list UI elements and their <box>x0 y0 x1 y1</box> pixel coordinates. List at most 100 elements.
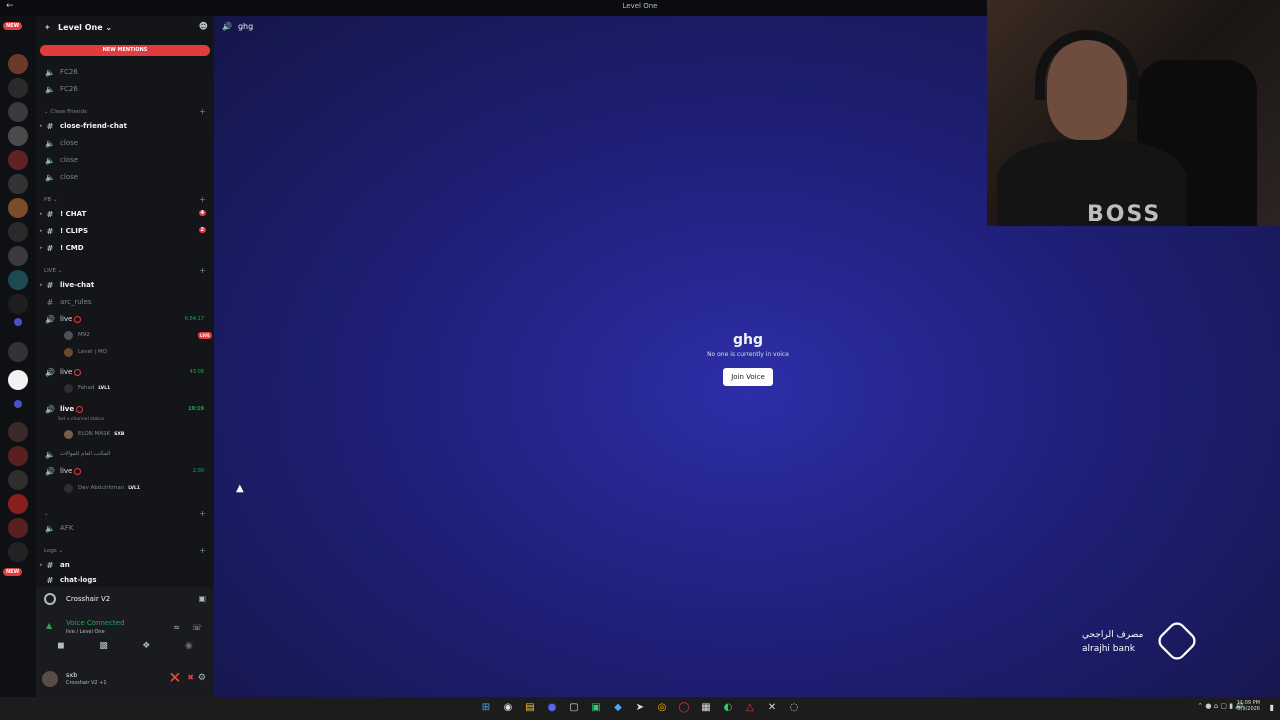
category-unnamed[interactable]: ⌄ + <box>44 509 210 518</box>
server-icon[interactable] <box>8 78 28 98</box>
voice-channel-afk[interactable]: 🔈 AFK <box>44 521 210 535</box>
server-icon[interactable] <box>8 342 28 362</box>
voice-channel-path[interactable]: live / Level One <box>66 629 105 635</box>
app-icon[interactable]: △ <box>743 701 757 715</box>
voice-user[interactable]: Dev Abdulrhman LVL1 <box>64 481 140 495</box>
server-icon[interactable] <box>8 198 28 218</box>
channel-label: المكتب العام للموالات <box>60 451 111 457</box>
server-icon[interactable] <box>8 246 28 266</box>
channel-status[interactable]: Set a channel status <box>58 412 104 426</box>
category-pb[interactable]: PB ⌄ + <box>44 195 210 204</box>
server-icon[interactable] <box>8 446 28 466</box>
opera-icon[interactable]: ◯ <box>677 701 691 715</box>
server-icon[interactable] <box>8 470 28 490</box>
category-logs[interactable]: Logs ⌄ + <box>44 546 210 555</box>
server-icon[interactable] <box>8 494 28 514</box>
voice-channel-fc26[interactable]: 🔈 FC26 <box>44 82 210 96</box>
activity-row[interactable]: Crosshair V2 ▣ <box>40 589 210 609</box>
screen-share-icon[interactable]: ▣ <box>198 594 206 603</box>
server-icon[interactable] <box>8 270 28 290</box>
invite-people-icon[interactable]: ☻ <box>199 22 208 32</box>
voice-user[interactable]: Level | MQ <box>64 345 107 359</box>
app-icon[interactable]: ✕ <box>765 701 779 715</box>
voice-channel-close[interactable]: 🔈 close <box>44 170 210 184</box>
category-label: Logs <box>44 548 57 554</box>
plus-icon[interactable]: + <box>199 195 206 204</box>
camera-off-icon[interactable]: ◼ <box>57 641 64 655</box>
notification-icon[interactable]: ▮ <box>1270 703 1274 712</box>
new-mentions-bar[interactable]: NEW MENTIONS <box>40 45 210 56</box>
hashtag-icon: # <box>46 280 54 290</box>
server-icon[interactable] <box>8 150 28 170</box>
voice-channel-close[interactable]: 🔈 close <box>44 153 210 167</box>
server-icon[interactable] <box>8 126 28 146</box>
voice-status[interactable]: Voice Connected <box>66 619 125 627</box>
crosshair-icon[interactable]: ◌ <box>787 701 801 715</box>
app-icon[interactable]: ▦ <box>699 701 713 715</box>
channel-label: AFK <box>60 524 74 532</box>
guild-header[interactable]: ✦ Level One ⌄ ☻ <box>36 16 214 40</box>
share-screen-icon[interactable]: ▩ <box>99 641 108 655</box>
text-channel-cmd[interactable]: ▸ # ! CMD <box>40 241 210 255</box>
text-channel-chat-logs[interactable]: ▸#chat-logs <box>44 575 210 585</box>
app-icon[interactable]: ▣ <box>589 701 603 715</box>
new-badge: NEW <box>3 22 23 30</box>
text-channel-clips[interactable]: ▸ # ! CLIPS 2 <box>40 224 210 238</box>
noise-suppression-icon[interactable]: ≈ <box>173 623 180 632</box>
server-icon[interactable] <box>8 518 28 538</box>
server-icon[interactable] <box>8 174 28 194</box>
server-list: NEW NEW <box>0 16 36 697</box>
category-close-friends[interactable]: ⌄ Close Friends + <box>44 107 210 116</box>
voice-user[interactable]: Fahad LVL1 <box>64 381 110 395</box>
voice-channel-fc26[interactable]: 🔈 FC26 <box>44 65 210 79</box>
server-icon[interactable] <box>8 542 28 562</box>
voice-channel-office[interactable]: 🔈 المكتب العام للموالات <box>44 447 210 461</box>
voice-channel-live[interactable]: 🔊 live 6:54:17 <box>44 312 210 326</box>
text-channel-an[interactable]: ▸ # an <box>40 558 210 572</box>
file-explorer-icon[interactable]: ▤ <box>523 701 537 715</box>
text-channel-close-friend-chat[interactable]: ▸ # close-friend-chat <box>40 119 210 133</box>
app-icon[interactable]: ◆ <box>611 701 625 715</box>
gear-icon[interactable]: ⚙ <box>198 673 206 683</box>
server-icon[interactable] <box>8 102 28 122</box>
text-channel-live-chat[interactable]: ▸ # live-chat <box>40 278 210 292</box>
windows-start-icon[interactable]: ⊞ <box>479 701 493 715</box>
text-channel-chat[interactable]: ▸ # ! CHAT 4 <box>40 207 210 221</box>
plus-icon[interactable]: + <box>199 546 206 555</box>
plus-icon[interactable]: + <box>199 107 206 116</box>
disconnect-icon[interactable]: ☏ <box>192 623 202 632</box>
voice-user[interactable]: M92 LIVE <box>64 328 212 342</box>
voice-channel-live[interactable]: 🔊 live 2:00 <box>44 464 210 478</box>
live-indicator-icon <box>74 368 82 376</box>
plus-icon[interactable]: + <box>199 266 206 275</box>
discord-icon[interactable]: ● <box>545 701 559 715</box>
app-icon[interactable]: ▢ <box>567 701 581 715</box>
avatar[interactable] <box>42 671 58 687</box>
chrome-icon[interactable]: ◎ <box>655 701 669 715</box>
voice-user-name: M92 <box>78 332 90 338</box>
clock[interactable]: 11:09 PM 3/9/2026 <box>1237 700 1260 712</box>
voice-channel-close[interactable]: 🔈 close <box>44 136 210 150</box>
folder-icon[interactable] <box>14 400 22 408</box>
server-icon[interactable] <box>8 222 28 242</box>
server-icon[interactable] <box>8 294 28 314</box>
soundboard-icon[interactable]: ◉ <box>185 641 193 655</box>
steam-icon[interactable]: ➤ <box>633 701 647 715</box>
speaker-icon: 🔊 <box>222 22 232 31</box>
join-voice-button[interactable]: Join Voice <box>723 368 773 386</box>
server-icon[interactable] <box>8 422 28 442</box>
voice-user[interactable]: ELON MASK SXB <box>64 427 124 441</box>
mic-muted-icon[interactable]: ❌ <box>170 673 180 682</box>
username[interactable]: sxb <box>66 671 77 679</box>
server-icon[interactable] <box>8 370 28 390</box>
category-live[interactable]: LIVE ⌄ + <box>44 266 210 275</box>
plus-icon[interactable]: + <box>199 509 206 518</box>
text-channel-arc-rules[interactable]: # arc_rules <box>44 295 210 309</box>
browser-icon[interactable]: ◉ <box>501 701 515 715</box>
activities-icon[interactable]: ❖ <box>142 641 150 655</box>
headset-deafened-icon[interactable]: ✖ <box>187 673 194 682</box>
folder-icon[interactable] <box>14 318 22 326</box>
server-icon[interactable] <box>8 54 28 74</box>
voice-channel-live[interactable]: 🔊 live 43:08 <box>44 365 210 379</box>
edge-icon[interactable]: ◐ <box>721 701 735 715</box>
